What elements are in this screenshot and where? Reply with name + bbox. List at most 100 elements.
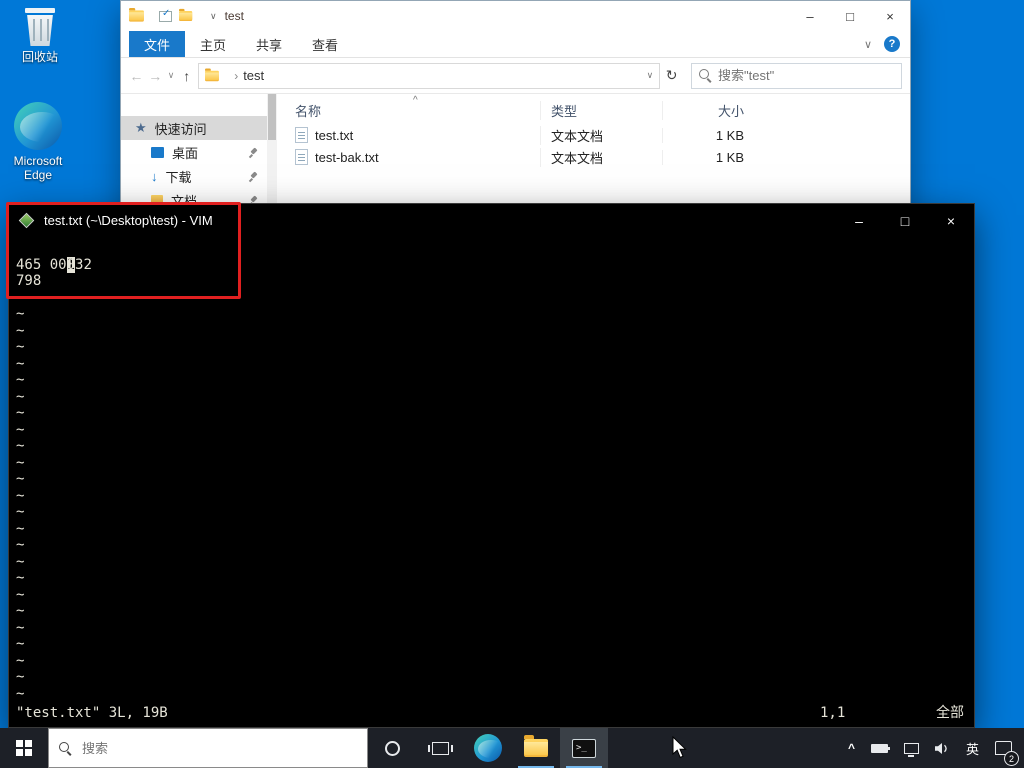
battery-icon [870, 743, 890, 753]
back-button[interactable]: ← [129, 68, 144, 84]
vim-icon [18, 212, 35, 229]
vim-window-title: test.txt (~\Desktop\test) - VIM [44, 213, 213, 228]
sidebar-item-downloads[interactable]: ↓ 下载 [121, 164, 267, 188]
refresh-button[interactable]: ↻ [664, 67, 679, 84]
vim-tilde-row: ~ [16, 636, 25, 652]
start-button[interactable] [0, 728, 48, 768]
desktop-folder-icon [151, 146, 164, 158]
minimize-button[interactable]: – [836, 204, 882, 237]
vim-scroll-indicator: 全部 [936, 704, 964, 721]
file-row[interactable]: test-bak.txt 文本文档 1 KB [295, 146, 910, 168]
cortana-icon [384, 740, 400, 756]
vim-tilde-row: ~ [16, 603, 25, 619]
taskbar-terminal-button[interactable]: >_ [560, 728, 608, 768]
sort-ascending-icon[interactable]: ^ [413, 95, 418, 106]
scrollbar-thumb[interactable] [268, 94, 276, 140]
network-button[interactable] [898, 728, 925, 768]
sidebar-item-quick-access[interactable]: ★ 快速访问 [121, 116, 267, 140]
vim-window: test.txt (~\Desktop\test) - VIM – □ × 13… [8, 203, 975, 728]
column-header-type[interactable]: 类型 [540, 101, 662, 120]
text-file-icon [295, 127, 308, 143]
cortana-button[interactable] [368, 728, 416, 768]
sidebar-item-label: 桌面 [172, 145, 199, 161]
close-button[interactable]: × [870, 1, 910, 31]
column-header-size[interactable]: 大小 [662, 101, 758, 120]
vim-tilde-row: ~ [16, 487, 25, 504]
breadcrumb-chevron-icon: › [234, 68, 239, 83]
vim-tilde-row: ~ [16, 355, 25, 372]
explorer-window-icon [129, 7, 144, 22]
minimize-button[interactable]: – [790, 1, 830, 31]
pin-icon [248, 147, 259, 158]
edge-icon [14, 102, 62, 150]
explorer-titlebar: ∨ test – □ × [121, 1, 910, 31]
notification-badge: 2 [1004, 751, 1019, 766]
vim-cursor-position: 1,1 [820, 704, 846, 721]
vim-text-line: 465 000 [16, 256, 76, 273]
quick-access-toolbar: ∨ [159, 7, 217, 25]
vim-tilde-rows: ~ ~ ~ ~ ~ ~ ~ ~ ~ ~ ~ ~ ~ ~ ~ ~ ~ ~ ~ ~ ~ ~ ~ ~ ~ [16, 290, 974, 703]
mouse-cursor [672, 736, 687, 759]
maximize-button[interactable]: □ [882, 204, 928, 237]
edge-icon [474, 734, 502, 762]
tab-home[interactable]: 主页 [185, 31, 241, 57]
vim-tilde-row: ~ [16, 438, 25, 454]
file-type: 文本文档 [540, 147, 662, 167]
tray-overflow-chevron-icon[interactable]: ^ [842, 728, 861, 768]
address-bar[interactable]: › test ∨ [198, 62, 661, 89]
vim-statusline: "test.txt" 3L, 19B 1,1 全部 [16, 705, 964, 722]
taskbar-explorer-button[interactable] [512, 728, 560, 768]
taskbar-edge-button[interactable] [464, 728, 512, 768]
vim-tilde-row: ~ [16, 339, 25, 355]
explorer-search-box[interactable] [691, 62, 903, 89]
file-type: 文本文档 [540, 125, 662, 145]
desktop-icon-recycle-bin[interactable]: 回收站 [4, 6, 76, 64]
desktop-icon-edge[interactable]: Microsoft Edge [2, 102, 74, 182]
address-dropdown-chevron-icon[interactable]: ∨ [647, 70, 654, 81]
pin-icon [248, 171, 259, 182]
taskbar-search-box[interactable] [48, 728, 368, 768]
vim-file-info: "test.txt" 3L, 19B [16, 704, 168, 721]
recycle-bin-icon [23, 6, 57, 46]
close-button[interactable]: × [928, 204, 974, 237]
qat-customize-chevron-icon[interactable]: ∨ [210, 11, 217, 22]
tab-file[interactable]: 文件 [129, 31, 186, 57]
explorer-search-input[interactable] [718, 68, 895, 83]
quick-access-star-icon: ★ [135, 120, 147, 135]
sidebar-item-desktop[interactable]: 桌面 [121, 140, 267, 164]
battery-button[interactable] [865, 728, 894, 768]
vim-content[interactable]: 132 465 000 798 ~ ~ ~ ~ ~ ~ ~ ~ ~ ~ ~ ~ ~ ~ ~ ~ ~ ~ ~ ~ ~ ~ ~ ~… [9, 237, 974, 727]
vim-tilde-row: ~ [16, 454, 25, 471]
vim-tilde-row: ~ [16, 685, 25, 702]
folder-icon [524, 735, 548, 757]
vim-tilde-row: ~ [16, 421, 25, 438]
vim-tilde-row: ~ [16, 322, 25, 339]
breadcrumb[interactable]: test [243, 68, 264, 83]
history-chevron-icon[interactable]: ∨ [167, 70, 176, 81]
qat-properties-icon[interactable] [159, 8, 172, 22]
tab-view[interactable]: 查看 [297, 31, 353, 57]
up-button[interactable]: ↑ [179, 68, 194, 84]
help-icon[interactable]: ? [884, 36, 900, 52]
tab-share[interactable]: 共享 [241, 31, 297, 57]
taskbar: >_ ^ 英 2 [0, 728, 1024, 768]
file-size: 1 KB [662, 127, 758, 143]
taskbar-search-input[interactable] [82, 740, 357, 756]
vim-tilde-row: ~ [16, 570, 25, 586]
forward-button[interactable]: → [148, 68, 163, 84]
qat-new-folder-icon[interactable] [179, 8, 193, 21]
volume-button[interactable] [929, 728, 956, 768]
list-header: 名称 类型 大小 [295, 94, 910, 124]
address-toolbar: ← → ∨ ↑ › test ∨ ↻ [121, 58, 910, 94]
speaker-icon [934, 742, 947, 754]
task-view-button[interactable] [416, 728, 464, 768]
desktop-icon-label: 回收站 [21, 50, 58, 64]
file-size: 1 KB [662, 149, 758, 165]
file-row[interactable]: test.txt 文本文档 1 KB [295, 124, 910, 146]
terminal-icon: >_ [572, 738, 596, 758]
maximize-button[interactable]: □ [830, 1, 870, 31]
language-indicator[interactable]: 英 [960, 728, 985, 768]
desktop-icon-label: Microsoft Edge [13, 154, 63, 182]
ribbon-collapse-chevron-icon[interactable]: ∨ [864, 38, 872, 51]
notification-center-button[interactable]: 2 [989, 728, 1019, 768]
